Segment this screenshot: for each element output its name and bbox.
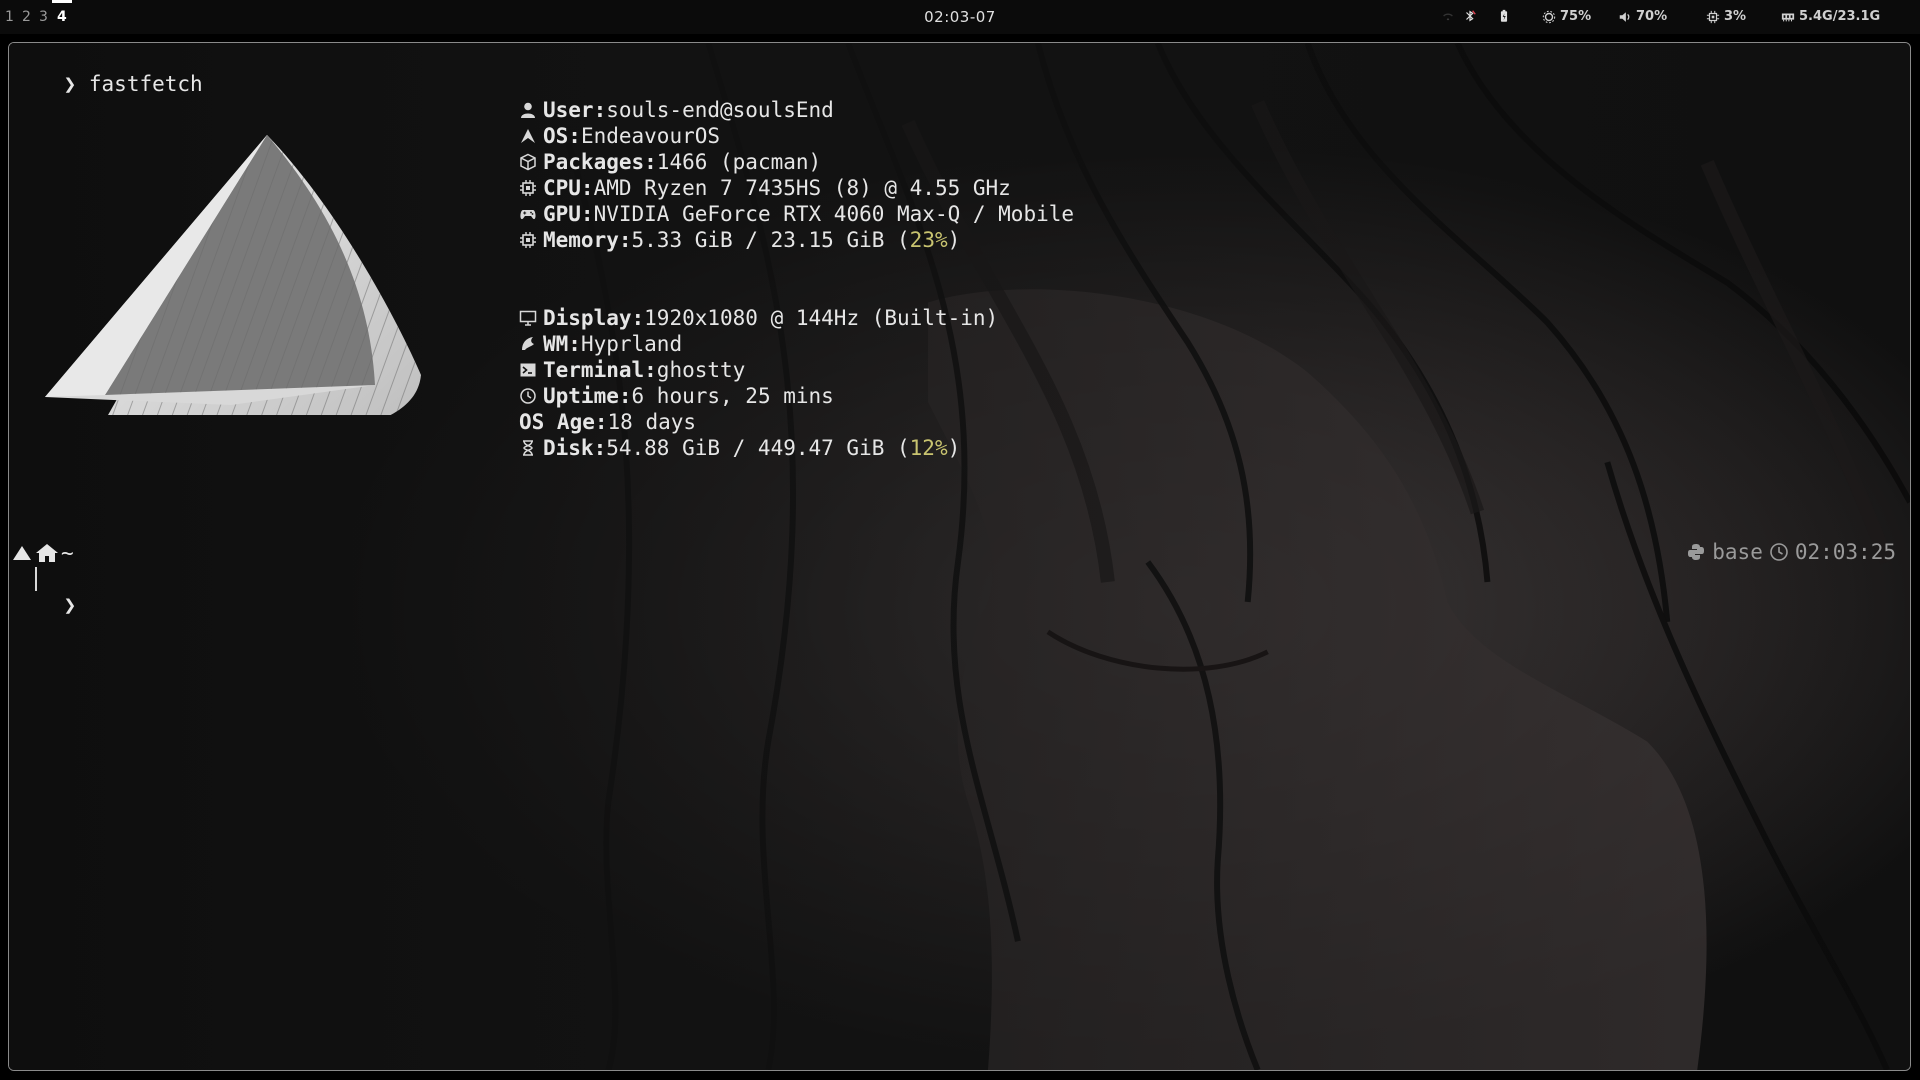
command-text: fastfetch [88,72,203,96]
info-value-suffix: ) [947,436,961,460]
disk-percent: 12% [909,436,948,460]
info-gpu: GPU: NVIDIA GeForce RTX 4060 Max-Q / Mob… [519,201,1074,227]
os-icon [519,127,537,145]
monitor-icon [519,309,537,327]
info-value: EndeavourOS [580,124,721,148]
endeavouros-logo [45,135,421,415]
info-user: User: souls-end@soulsEnd [519,97,834,123]
info-disk: Disk: 54.88 GiB / 449.47 GiB (12%) [519,435,960,461]
volume-value: 70% [1636,9,1668,24]
info-key: Display: [543,306,645,330]
arch-icon [13,546,31,560]
info-terminal: Terminal: ghostty [519,357,745,383]
wifi-icon[interactable] [1441,9,1455,23]
info-key: CPU: [543,176,594,200]
clock-icon [519,387,537,405]
info-value-prefix: 54.88 GiB / 449.47 GiB ( [606,436,910,460]
info-value: 18 days [607,410,697,434]
info-key: GPU: [543,202,594,226]
memory-percent: 23% [909,228,948,252]
prompt-path: ~ [61,541,74,565]
info-value: 1920x1080 @ 144Hz (Built-in) [644,306,999,330]
package-icon [519,153,537,171]
brightness-control[interactable]: 75% [1542,9,1591,24]
prompt-symbol: ❯ [63,72,77,96]
info-value-prefix: 5.33 GiB / 23.15 GiB ( [631,228,910,252]
info-value: souls-end@soulsEnd [606,98,834,122]
workspace-active-indicator [52,0,72,3]
info-key: Disk: [543,436,607,460]
memory-value: 5.4G/23.1G [1799,9,1881,24]
volume-control[interactable]: 70% [1618,9,1667,24]
info-value: 6 hours, 25 mins [631,384,834,408]
info-key: Packages: [543,150,657,174]
info-display: Display: 1920x1080 @ 144Hz (Built-in) [519,305,998,331]
terminal-icon [519,361,537,379]
cpu-value: 3% [1724,9,1747,24]
info-cpu: CPU: AMD Ryzen 7 7435HS (8) @ 4.55 GHz [519,175,1011,201]
info-value-suffix: ) [947,228,961,252]
info-memory: Memory: 5.33 GiB / 23.15 GiB (23%) [519,227,960,253]
top-bar: 1 2 3 4 02:03-07 75% 70% 3% 5.4G/23.1G [0,0,1920,34]
right-prompt: base 02:03:25 [1686,540,1896,564]
info-uptime: Uptime: 6 hours, 25 mins [519,383,834,409]
info-value: AMD Ryzen 7 7435HS (8) @ 4.55 GHz [593,176,1011,200]
cpu-icon [519,179,537,197]
info-key: WM: [543,332,581,356]
info-wm: WM: Hyprland [519,331,682,357]
info-key: User: [543,98,607,122]
memory-icon [1781,13,1795,21]
info-value: Hyprland [580,332,683,356]
brightness-icon [1542,10,1556,23]
volume-icon [1619,11,1630,22]
info-key: Terminal: [543,358,657,382]
info-key: Memory: [543,228,632,252]
prompt-status-line: ~ [11,540,74,566]
info-value: NVIDIA GeForce RTX 4060 Max-Q / Mobile [593,202,1075,226]
info-key: Uptime: [543,384,632,408]
info-os-age: OS Age: 18 days [519,409,696,435]
cpu-usage[interactable]: 3% [1706,9,1746,24]
wm-icon [519,335,537,353]
info-value: ghostty [656,358,746,382]
conda-env: base [1712,540,1763,564]
gamepad-icon [519,205,537,223]
prompt-symbol: ❯ [63,593,77,617]
brightness-value: 75% [1560,9,1592,24]
text-cursor [35,567,37,591]
battery-icon[interactable] [1497,9,1511,23]
clock-icon [1770,543,1788,561]
info-os: OS: EndeavourOS [519,123,720,149]
info-key: OS Age: [519,410,608,434]
memory-icon [519,231,537,249]
python-icon [1688,544,1705,560]
input-line[interactable]: ❯ [13,566,77,644]
user-icon [519,101,537,119]
prompt-time: 02:03:25 [1794,540,1896,564]
cpu-icon [1706,10,1720,23]
bluetooth-off-icon[interactable] [1463,9,1477,23]
hourglass-icon [519,439,537,457]
home-icon [36,544,58,562]
memory-usage[interactable]: 5.4G/23.1G [1781,9,1880,24]
info-key: OS: [543,124,581,148]
terminal-window[interactable]: ❯ fastfetch User: souls-end@soulsEnd OS:… [8,42,1911,1071]
info-packages: Packages: 1466 (pacman) [519,149,821,175]
info-value: 1466 (pacman) [656,150,822,174]
